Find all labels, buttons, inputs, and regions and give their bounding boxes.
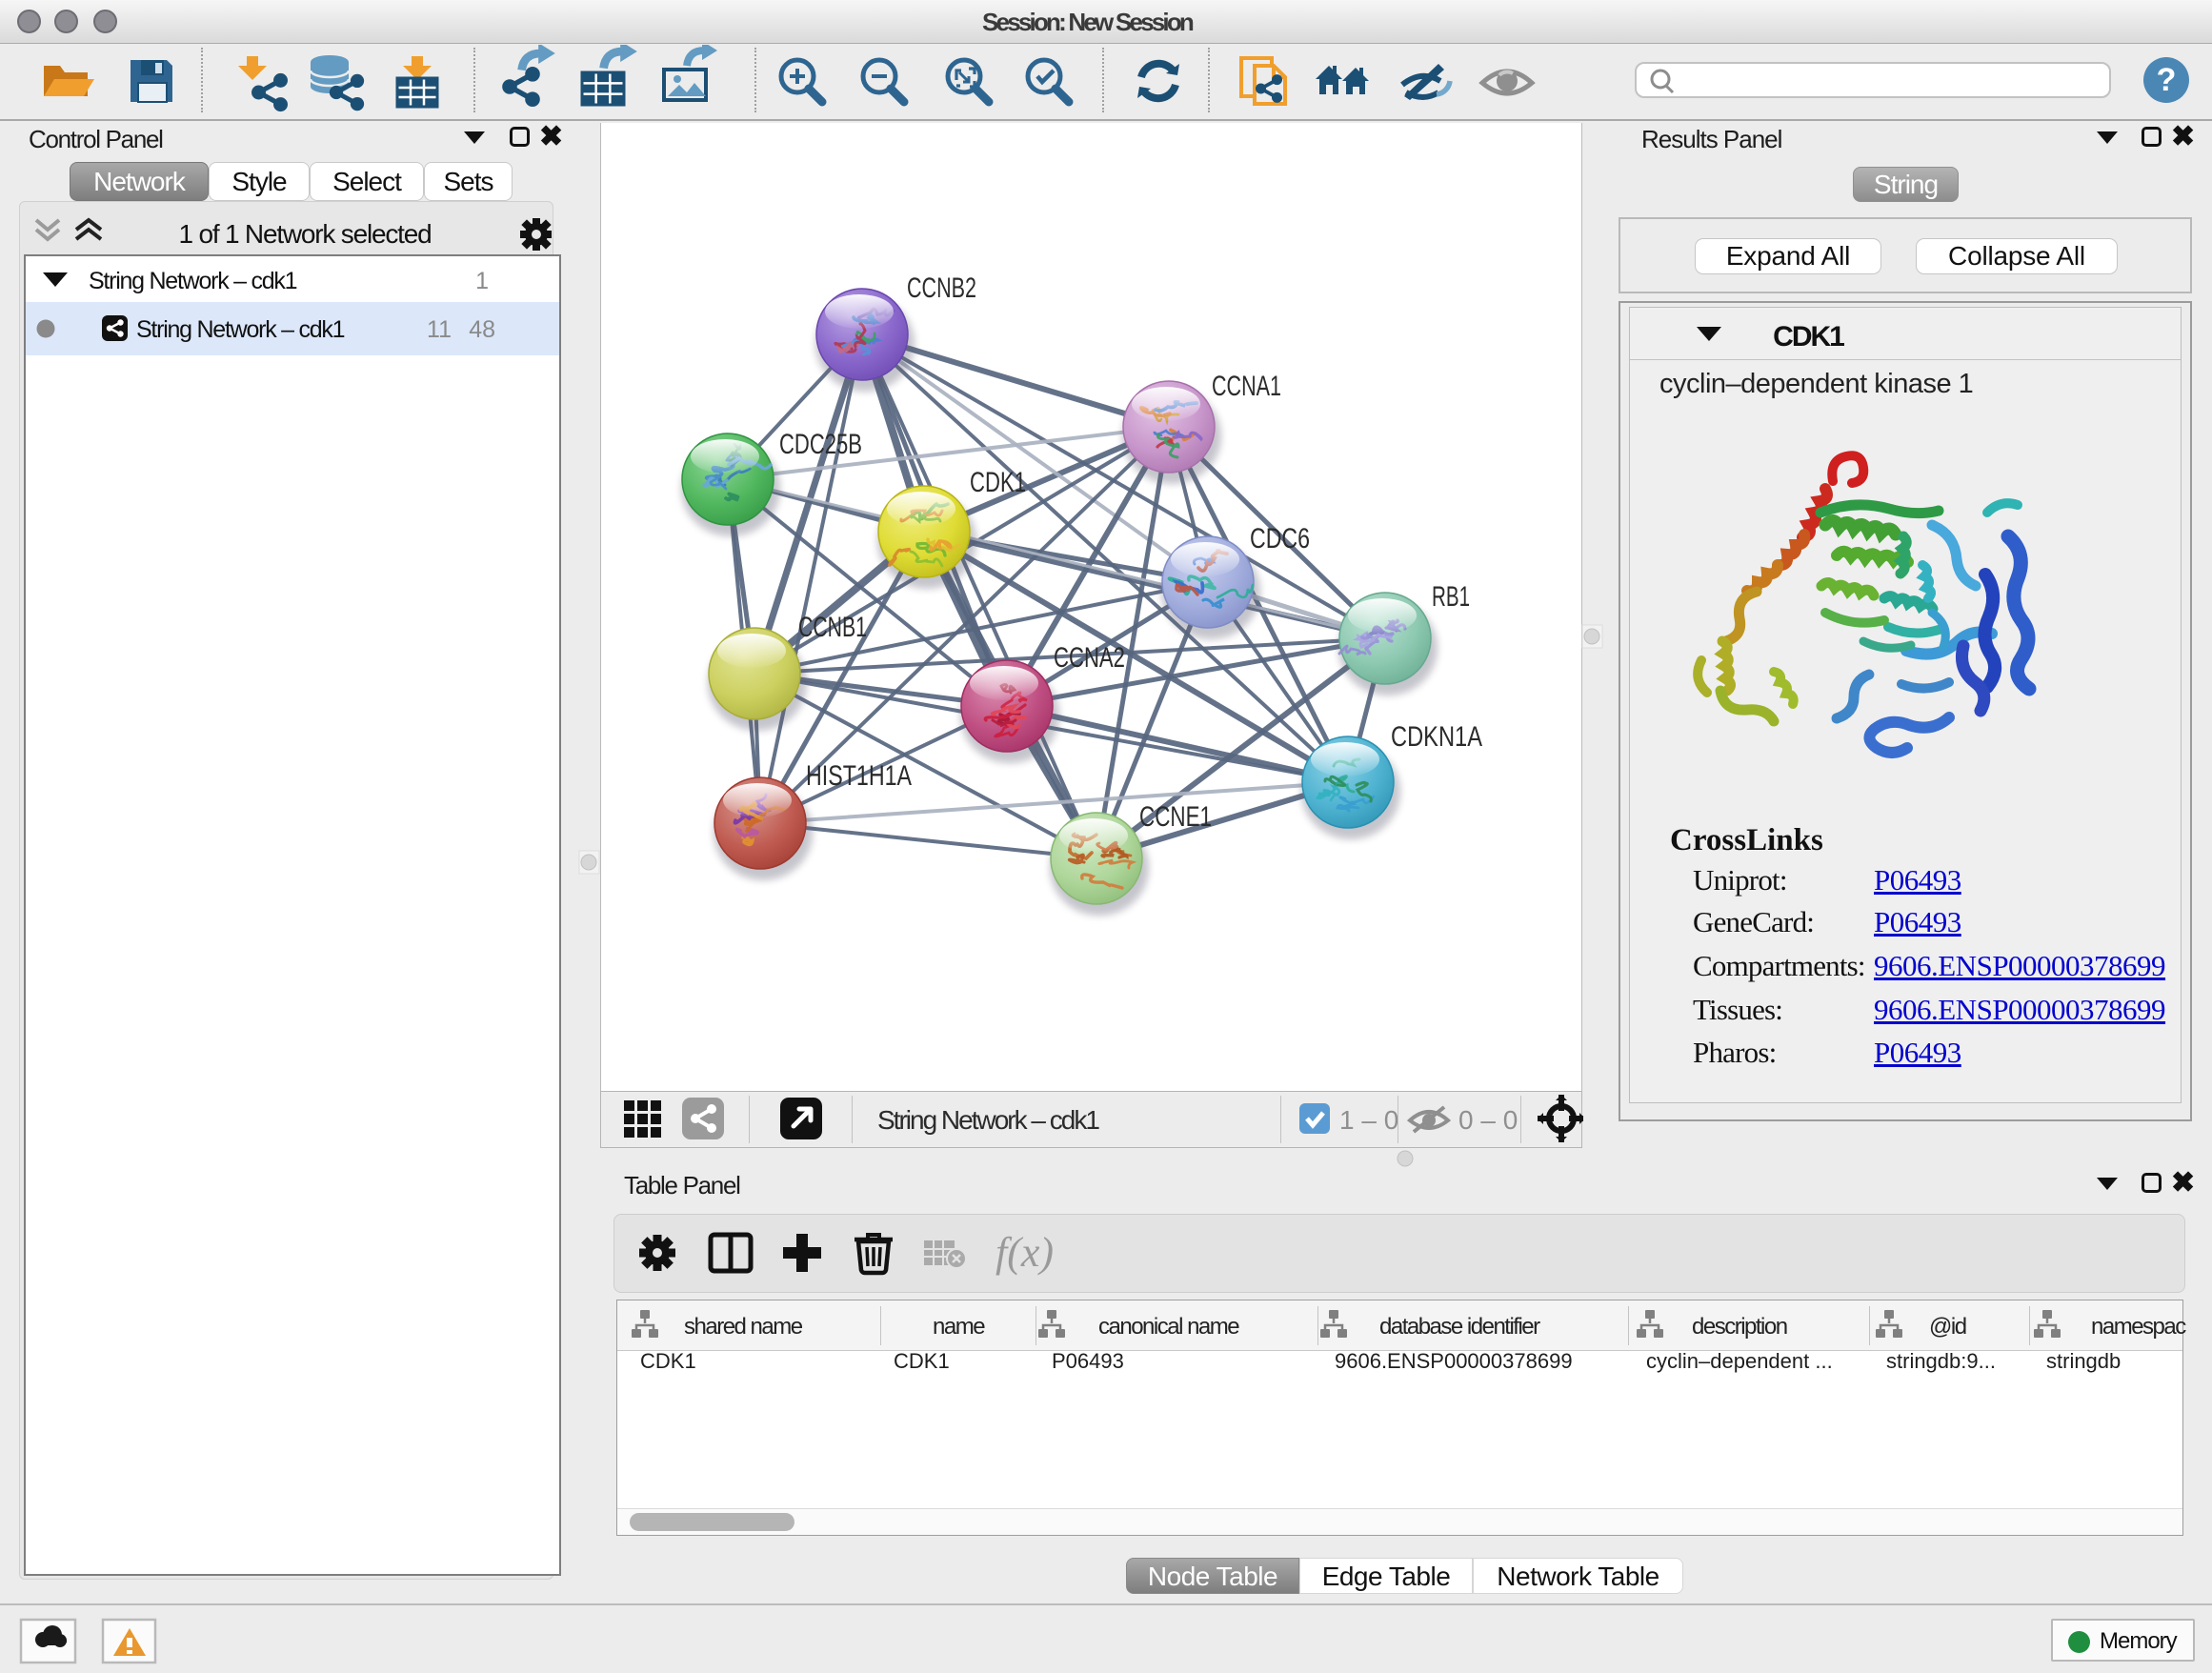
svg-text:11: 11 — [427, 316, 452, 343]
svg-text:String Network – cdk1: String Network – cdk1 — [89, 268, 297, 294]
svg-text:HIST1H1A: HIST1H1A — [806, 760, 912, 792]
svg-text:CCNB2: CCNB2 — [907, 272, 976, 304]
svg-text:String Network – cdk1: String Network – cdk1 — [136, 316, 345, 343]
svg-text:CCNA2: CCNA2 — [1054, 642, 1125, 674]
svg-text:48: 48 — [469, 316, 495, 343]
svg-text:CDC6: CDC6 — [1250, 523, 1310, 554]
svg-text:RB1: RB1 — [1432, 581, 1470, 613]
svg-text:CCNB1: CCNB1 — [798, 612, 867, 643]
svg-text:1: 1 — [475, 268, 489, 294]
svg-text:CDK1: CDK1 — [970, 467, 1026, 498]
svg-text:1 of 1 Network selected: 1 of 1 Network selected — [179, 219, 432, 249]
svg-text:CCNA1: CCNA1 — [1212, 371, 1281, 402]
svg-text:CDC25B: CDC25B — [779, 429, 862, 460]
svg-text:CCNE1: CCNE1 — [1139, 801, 1212, 833]
svg-text:CDK1: CDK1 — [1773, 321, 1844, 353]
svg-text:CDKN1A: CDKN1A — [1391, 721, 1482, 753]
svg-text:f(x): f(x) — [995, 1229, 1054, 1276]
